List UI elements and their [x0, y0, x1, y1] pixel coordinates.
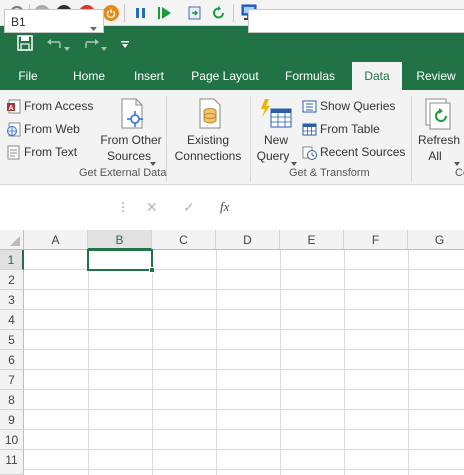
row-header-11[interactable]: 11: [0, 450, 24, 475]
play-icon[interactable]: [156, 4, 174, 22]
refresh-all-label-2: All: [428, 149, 442, 163]
tab-insert[interactable]: Insert: [124, 62, 174, 90]
new-query-button[interactable]: New Query: [254, 94, 298, 166]
toolbar-divider: [124, 4, 125, 22]
row-header-5[interactable]: 5: [0, 330, 24, 350]
other-sources-icon: [118, 98, 148, 133]
formula-bar-grip-icon: ⋮: [117, 200, 129, 214]
export-icon[interactable]: [186, 4, 204, 22]
column-header-d[interactable]: D: [216, 230, 280, 250]
row-header-3[interactable]: 3: [0, 290, 24, 310]
column-header-f[interactable]: F: [344, 230, 408, 250]
show-queries-icon: [302, 100, 317, 112]
existing-connections-label-1: Existing: [186, 133, 230, 147]
enter-icon[interactable]: ✓: [183, 199, 195, 216]
cell-gridlines[interactable]: [24, 250, 464, 475]
group-label-get-external-data: Get External Data: [79, 167, 167, 179]
access-icon: A: [7, 99, 21, 113]
name-box-value: B1: [11, 15, 26, 29]
existing-connections-button[interactable]: Existing Connections: [172, 94, 244, 164]
save-icon[interactable]: [17, 35, 33, 54]
column-header-b[interactable]: B: [88, 230, 152, 250]
group-label-connections: Co: [455, 167, 464, 179]
from-other-sources-label-1: From Other: [100, 133, 162, 147]
row-header-8[interactable]: 8: [0, 390, 24, 410]
redo-icon[interactable]: [84, 35, 100, 54]
ribbon-divider: [250, 96, 251, 182]
refresh-icon[interactable]: [210, 4, 228, 22]
from-web-button[interactable]: From Web: [6, 120, 80, 138]
from-text-button[interactable]: From Text: [6, 143, 77, 161]
insert-function-icon[interactable]: fx: [220, 199, 229, 215]
group-label-get-transform: Get & Transform: [289, 167, 370, 179]
existing-connections-label-2: Connections: [174, 149, 242, 163]
toolbar-divider: [233, 4, 234, 22]
customize-quick-access-icon[interactable]: [121, 38, 129, 52]
refresh-all-icon: [424, 98, 454, 133]
undo-icon[interactable]: [46, 35, 62, 54]
selected-cell-b1[interactable]: [87, 249, 153, 271]
name-box[interactable]: B1: [4, 9, 104, 33]
recent-sources-icon: [302, 146, 317, 160]
from-table-label: From Table: [320, 122, 380, 136]
ribbon-divider: [411, 96, 412, 182]
show-queries-button[interactable]: Show Queries: [302, 97, 395, 115]
formula-bar: [0, 186, 464, 230]
row-header-6[interactable]: 6: [0, 350, 24, 370]
from-web-label: From Web: [24, 122, 80, 136]
select-all-corner[interactable]: [0, 230, 24, 250]
power-icon[interactable]: [102, 4, 120, 22]
existing-connections-icon: [196, 98, 224, 133]
column-header-c[interactable]: C: [152, 230, 216, 250]
text-file-icon: [7, 145, 20, 159]
svg-text:A: A: [9, 105, 14, 112]
tab-page-layout[interactable]: Page Layout: [184, 62, 266, 90]
row-header-10[interactable]: 10: [0, 430, 24, 450]
refresh-all-label-1: Refresh: [418, 133, 461, 147]
tab-formulas[interactable]: Formulas: [278, 62, 342, 90]
row-header-9[interactable]: 9: [0, 410, 24, 430]
row-header-2[interactable]: 2: [0, 270, 24, 290]
web-icon: [7, 122, 21, 136]
refresh-all-button[interactable]: Refresh All: [414, 94, 464, 166]
column-header-a[interactable]: A: [24, 230, 88, 250]
tab-review[interactable]: Review: [410, 62, 462, 90]
from-other-sources-button[interactable]: From Other Sources: [100, 94, 162, 166]
recent-sources-button[interactable]: Recent Sources: [302, 143, 405, 161]
tab-home[interactable]: Home: [64, 62, 114, 90]
show-queries-label: Show Queries: [320, 99, 396, 113]
cancel-icon[interactable]: ✕: [146, 199, 158, 216]
from-access-button[interactable]: A From Access: [6, 97, 93, 115]
table-icon: [302, 123, 317, 135]
row-header-7[interactable]: 7: [0, 370, 24, 390]
from-text-label: From Text: [24, 145, 78, 159]
ribbon-tabs: File Home Insert Page Layout Formulas Da…: [0, 62, 464, 90]
new-query-icon: [259, 97, 293, 134]
column-header-e[interactable]: E: [280, 230, 344, 250]
pause-icon[interactable]: [132, 4, 150, 22]
column-header-g[interactable]: G: [408, 230, 464, 250]
from-access-label: From Access: [24, 99, 94, 113]
redo-dropdown-icon[interactable]: [101, 40, 107, 54]
from-other-sources-label-2: Sources: [106, 149, 152, 163]
recent-sources-label: Recent Sources: [320, 145, 406, 159]
new-query-label-1: New: [263, 133, 288, 147]
tab-file[interactable]: File: [8, 62, 48, 90]
row-header-4[interactable]: 4: [0, 310, 24, 330]
undo-dropdown-icon[interactable]: [64, 40, 70, 54]
fill-handle[interactable]: [149, 267, 155, 273]
tab-data[interactable]: Data: [352, 62, 402, 90]
row-header-1[interactable]: 1: [0, 250, 24, 270]
from-table-button[interactable]: From Table: [302, 120, 380, 138]
chevron-down-icon[interactable]: [90, 20, 97, 34]
new-query-label-2: Query: [256, 149, 290, 163]
formula-input[interactable]: [248, 9, 464, 33]
